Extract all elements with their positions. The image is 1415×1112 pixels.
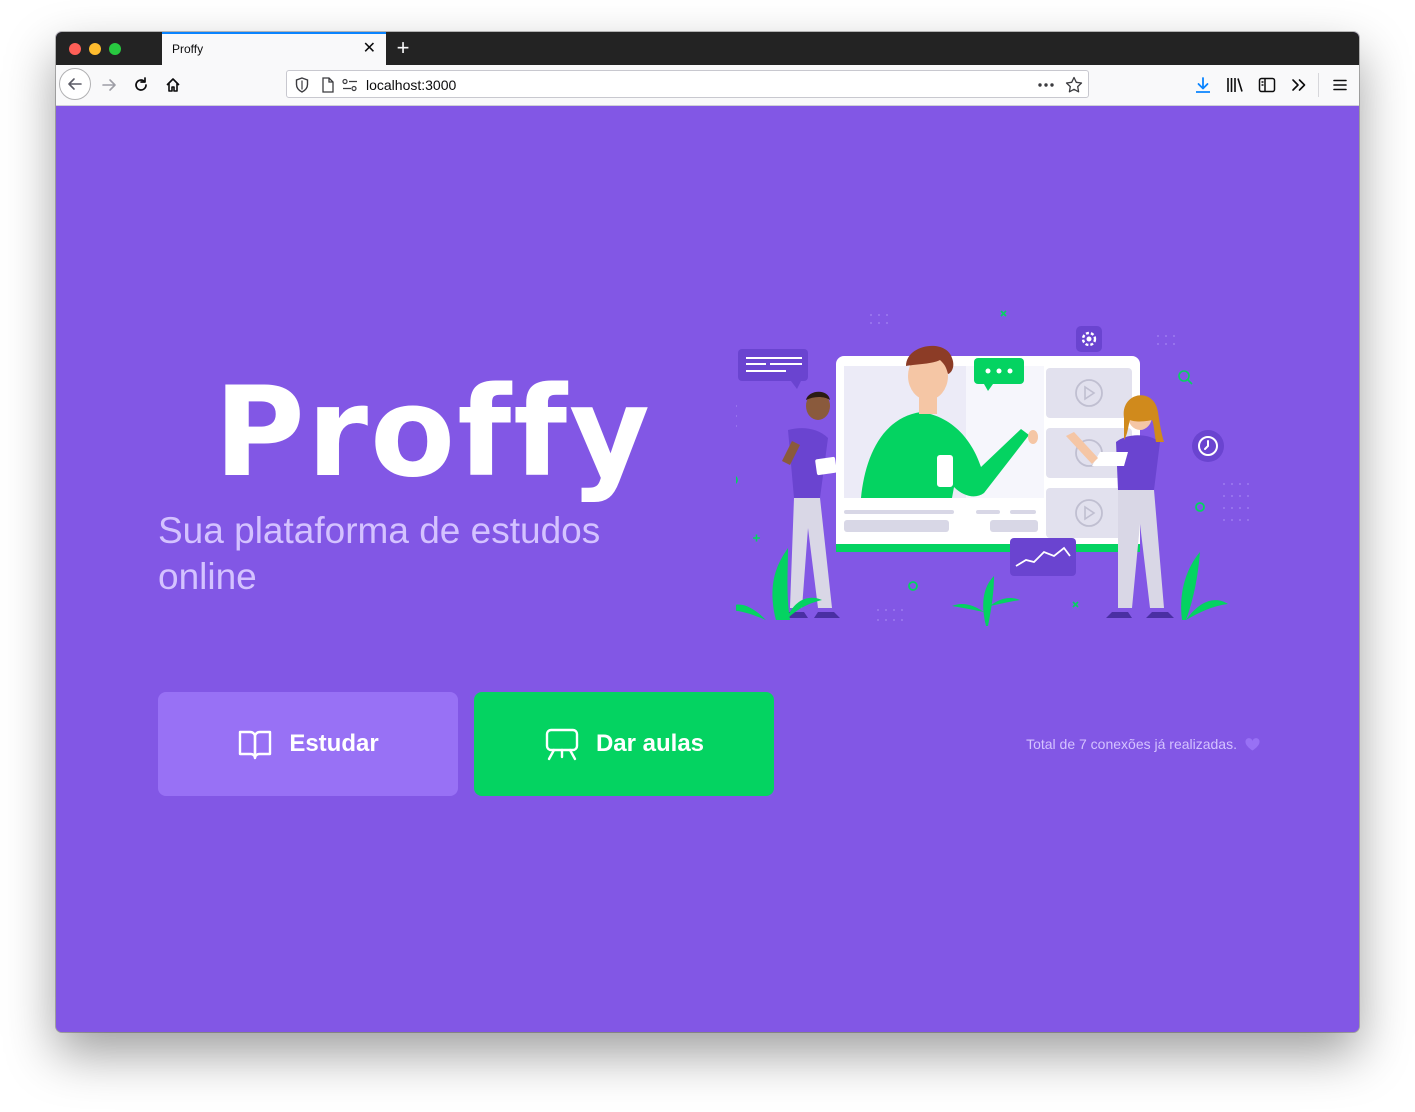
navigation-toolbar: localhost:3000 xyxy=(56,65,1359,106)
tagline: Sua plataforma de estudos online xyxy=(158,510,601,597)
close-window-button[interactable] xyxy=(69,43,81,55)
book-icon xyxy=(239,730,272,760)
chevron-double-right-icon xyxy=(1292,79,1306,91)
back-button[interactable] xyxy=(59,68,91,100)
tab-bar: Proffy ✕ + xyxy=(56,32,1359,65)
forward-button[interactable] xyxy=(93,69,125,101)
zoom-window-button[interactable] xyxy=(109,43,121,55)
minimize-window-button[interactable] xyxy=(89,43,101,55)
sidebar-button[interactable] xyxy=(1251,69,1283,101)
reload-button[interactable] xyxy=(125,69,157,101)
home-icon xyxy=(166,78,180,92)
download-icon xyxy=(1196,77,1210,93)
home-button[interactable] xyxy=(157,69,189,101)
downloads-button[interactable] xyxy=(1187,69,1219,101)
total-connections-text: Total de 7 conexões já realizadas. xyxy=(1026,736,1237,752)
heart-icon xyxy=(1245,737,1260,750)
total-connections: Total de 7 conexões já realizadas. xyxy=(956,734,1260,754)
page-actions-icon[interactable] xyxy=(1037,76,1055,94)
browser-window: Proffy ✕ + localhost:3000 Proffy Sua pla… xyxy=(56,32,1359,1032)
overflow-menu-button[interactable] xyxy=(1283,69,1315,101)
library-button[interactable] xyxy=(1219,69,1251,101)
arrow-left-icon xyxy=(68,78,82,90)
reload-icon xyxy=(135,77,147,91)
address-bar[interactable]: localhost:3000 xyxy=(286,70,1089,98)
library-icon xyxy=(1227,78,1243,92)
proffy-logo: Proffy xyxy=(214,361,652,505)
shield-icon[interactable] xyxy=(295,76,309,94)
new-tab-button[interactable]: + xyxy=(393,34,413,62)
arrow-right-icon xyxy=(102,79,116,91)
sidebar-icon xyxy=(1258,77,1276,93)
teach-button[interactable]: Dar aulas xyxy=(474,692,774,796)
landing-page: Proffy Sua plataforma de estudos online xyxy=(56,106,1359,1032)
hamburger-menu-icon xyxy=(1333,79,1347,91)
study-button-label: Estudar xyxy=(289,730,379,757)
presentation-icon xyxy=(545,728,579,761)
close-tab-icon[interactable]: ✕ xyxy=(363,39,376,59)
bookmark-star-icon[interactable] xyxy=(1065,76,1083,94)
tab-title: Proffy xyxy=(172,42,204,56)
tab-proffy[interactable]: Proffy ✕ xyxy=(162,32,386,65)
hero-illustration xyxy=(736,310,1249,626)
study-button[interactable]: Estudar xyxy=(158,692,458,796)
page-icon[interactable] xyxy=(321,76,335,94)
app-menu-button[interactable] xyxy=(1324,69,1356,101)
url-text[interactable]: localhost:3000 xyxy=(366,77,456,93)
toolbar-separator xyxy=(1318,73,1319,97)
teach-button-label: Dar aulas xyxy=(595,730,705,757)
permissions-icon[interactable] xyxy=(342,76,358,94)
